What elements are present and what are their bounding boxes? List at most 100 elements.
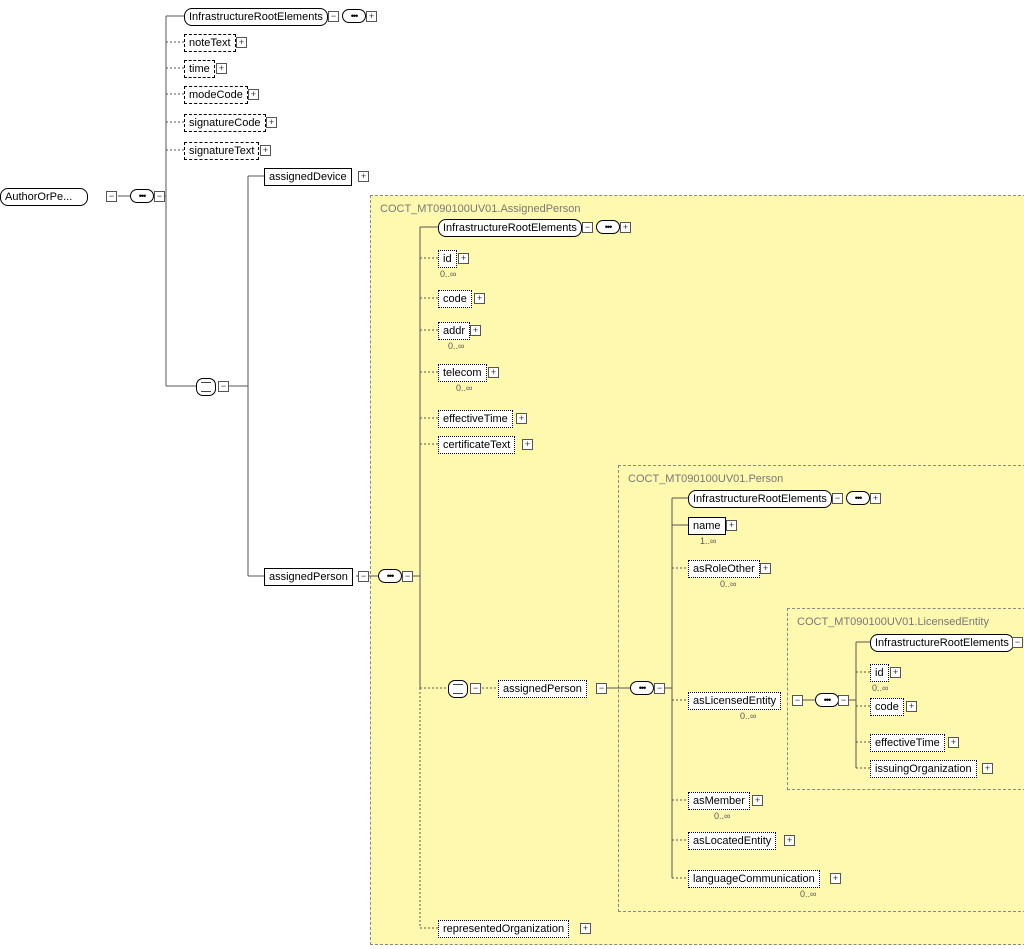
r1-telecom-plus[interactable]: + xyxy=(488,367,499,378)
r3-id[interactable]: id xyxy=(870,664,889,682)
r1-certtext[interactable]: certificateText xyxy=(438,436,515,454)
r2-asmember[interactable]: asMember xyxy=(688,792,750,810)
r1-id-label: id xyxy=(443,253,452,265)
root-node[interactable]: AuthorOrPe... xyxy=(0,188,88,206)
note-text-plus[interactable]: + xyxy=(236,37,247,48)
mode-code[interactable]: modeCode xyxy=(184,86,248,104)
r1-efftime-plus[interactable]: + xyxy=(516,413,527,424)
sig-text[interactable]: signatureText xyxy=(184,142,259,160)
choice-device-person[interactable] xyxy=(196,378,216,396)
r2-infra-exp[interactable]: − xyxy=(832,493,843,504)
r1-choice[interactable] xyxy=(448,680,468,698)
r1-code-plus[interactable]: + xyxy=(474,293,485,304)
r1-rep-org-plus[interactable]: + xyxy=(580,923,591,934)
note-text[interactable]: noteText xyxy=(184,34,236,52)
r2-langcomm-label: languageCommunication xyxy=(693,873,815,885)
sig-code[interactable]: signatureCode xyxy=(184,114,266,132)
r2-asmember-plus[interactable]: + xyxy=(752,795,763,806)
r1-telecom[interactable]: telecom xyxy=(438,364,487,382)
r1-efftime[interactable]: effectiveTime xyxy=(438,410,513,428)
r3-infra[interactable]: InfrastructureRootElements xyxy=(870,634,1014,652)
r1-addr-card: 0..∞ xyxy=(448,341,464,351)
sig-code-plus[interactable]: + xyxy=(266,117,277,128)
r1-code[interactable]: code xyxy=(438,290,472,308)
r3-infra-exp[interactable]: − xyxy=(1012,637,1023,648)
r1-infra-label: InfrastructureRootElements xyxy=(443,222,577,234)
r3-id-plus[interactable]: + xyxy=(890,667,901,678)
time-plus[interactable]: + xyxy=(216,63,227,74)
time[interactable]: time xyxy=(184,60,215,78)
r3-issuingorg-plus[interactable]: + xyxy=(982,763,993,774)
assigned-device-plus[interactable]: + xyxy=(358,171,369,182)
r2-name-label: name xyxy=(693,520,721,532)
r3-efftime-plus[interactable]: + xyxy=(948,737,959,748)
r1-id-plus[interactable]: + xyxy=(458,253,469,264)
r1-seq[interactable]: ••• xyxy=(378,569,402,583)
assigned-person-label: assignedPerson xyxy=(269,571,348,583)
r3-efftime-label: effectiveTime xyxy=(875,737,940,749)
r2-name-plus[interactable]: + xyxy=(726,520,737,531)
r1-addr-label: addr xyxy=(443,325,465,337)
infra-exp[interactable]: − xyxy=(328,11,339,22)
r1-efftime-label: effectiveTime xyxy=(443,413,508,425)
r3-issuingorg-label: issuingOrganization xyxy=(875,763,972,775)
r1-infra-exp[interactable]: − xyxy=(582,222,593,233)
r1-certtext-plus[interactable]: + xyxy=(522,439,533,450)
r1-assigned-person-inner-exp[interactable]: − xyxy=(596,683,607,694)
r1-certtext-label: certificateText xyxy=(443,439,510,451)
r1-addr[interactable]: addr xyxy=(438,322,470,340)
r1-choice-exp[interactable]: − xyxy=(470,683,481,694)
r1-addr-plus[interactable]: + xyxy=(470,325,481,336)
r2-name-card: 1..∞ xyxy=(700,536,716,546)
r2-seq-exp[interactable]: − xyxy=(654,683,665,694)
r2-asroleother[interactable]: asRoleOther xyxy=(688,560,760,578)
time-label: time xyxy=(189,63,210,75)
r2-infra[interactable]: InfrastructureRootElements xyxy=(688,490,832,508)
r1-id-card: 0..∞ xyxy=(440,269,456,279)
note-text-label: noteText xyxy=(189,37,231,49)
r1-infra[interactable]: InfrastructureRootElements xyxy=(438,219,582,237)
root-label: AuthorOrPe... xyxy=(5,191,72,203)
r2-langcomm-plus[interactable]: + xyxy=(830,873,841,884)
mode-code-label: modeCode xyxy=(189,89,243,101)
r2-langcomm[interactable]: languageCommunication xyxy=(688,870,820,888)
r3-code-plus[interactable]: + xyxy=(906,701,917,712)
r1-infra-plus[interactable]: + xyxy=(620,222,631,233)
r3-infra-label: InfrastructureRootElements xyxy=(875,637,1009,649)
r2-asroleother-card: 0..∞ xyxy=(720,579,736,589)
r2-seq[interactable]: ••• xyxy=(630,681,654,695)
r2-name[interactable]: name xyxy=(688,517,726,535)
r1-seq-exp[interactable]: − xyxy=(402,571,413,582)
infra-plus[interactable]: + xyxy=(366,11,377,22)
r2-aslicensed-exp[interactable]: − xyxy=(792,695,803,706)
r2-infra-conn[interactable]: ••• xyxy=(846,491,870,505)
r3-code-label: code xyxy=(875,701,899,713)
r3-efftime[interactable]: effectiveTime xyxy=(870,734,945,752)
r1-infra-conn[interactable]: ••• xyxy=(596,220,620,234)
root-seq-expand[interactable]: − xyxy=(154,191,165,202)
r1-rep-org[interactable]: representedOrganization xyxy=(438,920,569,938)
r1-id[interactable]: id xyxy=(438,250,457,268)
root-seq[interactable]: ••• xyxy=(130,189,154,203)
r3-code[interactable]: code xyxy=(870,698,904,716)
r2-aslocated[interactable]: asLocatedEntity xyxy=(688,832,776,850)
assigned-device[interactable]: assignedDevice xyxy=(264,168,352,186)
r2-aslicensed-label: asLicensedEntity xyxy=(693,695,776,707)
infra-conn[interactable]: ••• xyxy=(342,9,366,23)
r2-asroleother-plus[interactable]: + xyxy=(760,563,771,574)
r3-issuingorg[interactable]: issuingOrganization xyxy=(870,760,977,778)
r2-infra-plus[interactable]: + xyxy=(870,493,881,504)
sig-text-plus[interactable]: + xyxy=(260,145,271,156)
mode-code-plus[interactable]: + xyxy=(248,89,259,100)
assigned-person-exp[interactable]: − xyxy=(358,571,369,582)
r2-aslocated-plus[interactable]: + xyxy=(784,835,795,846)
root-expand[interactable]: − xyxy=(106,191,117,202)
r3-seq[interactable]: ••• xyxy=(815,693,839,707)
assigned-person[interactable]: assignedPerson xyxy=(264,568,353,586)
r1-assigned-person-inner[interactable]: assignedPerson xyxy=(498,680,587,698)
r3-seq-exp[interactable]: − xyxy=(838,695,849,706)
choice-exp[interactable]: − xyxy=(218,381,229,392)
r1-rep-org-label: representedOrganization xyxy=(443,923,564,935)
infra-root-elements[interactable]: InfrastructureRootElements xyxy=(184,8,328,26)
r2-aslicensed[interactable]: asLicensedEntity xyxy=(688,692,781,710)
